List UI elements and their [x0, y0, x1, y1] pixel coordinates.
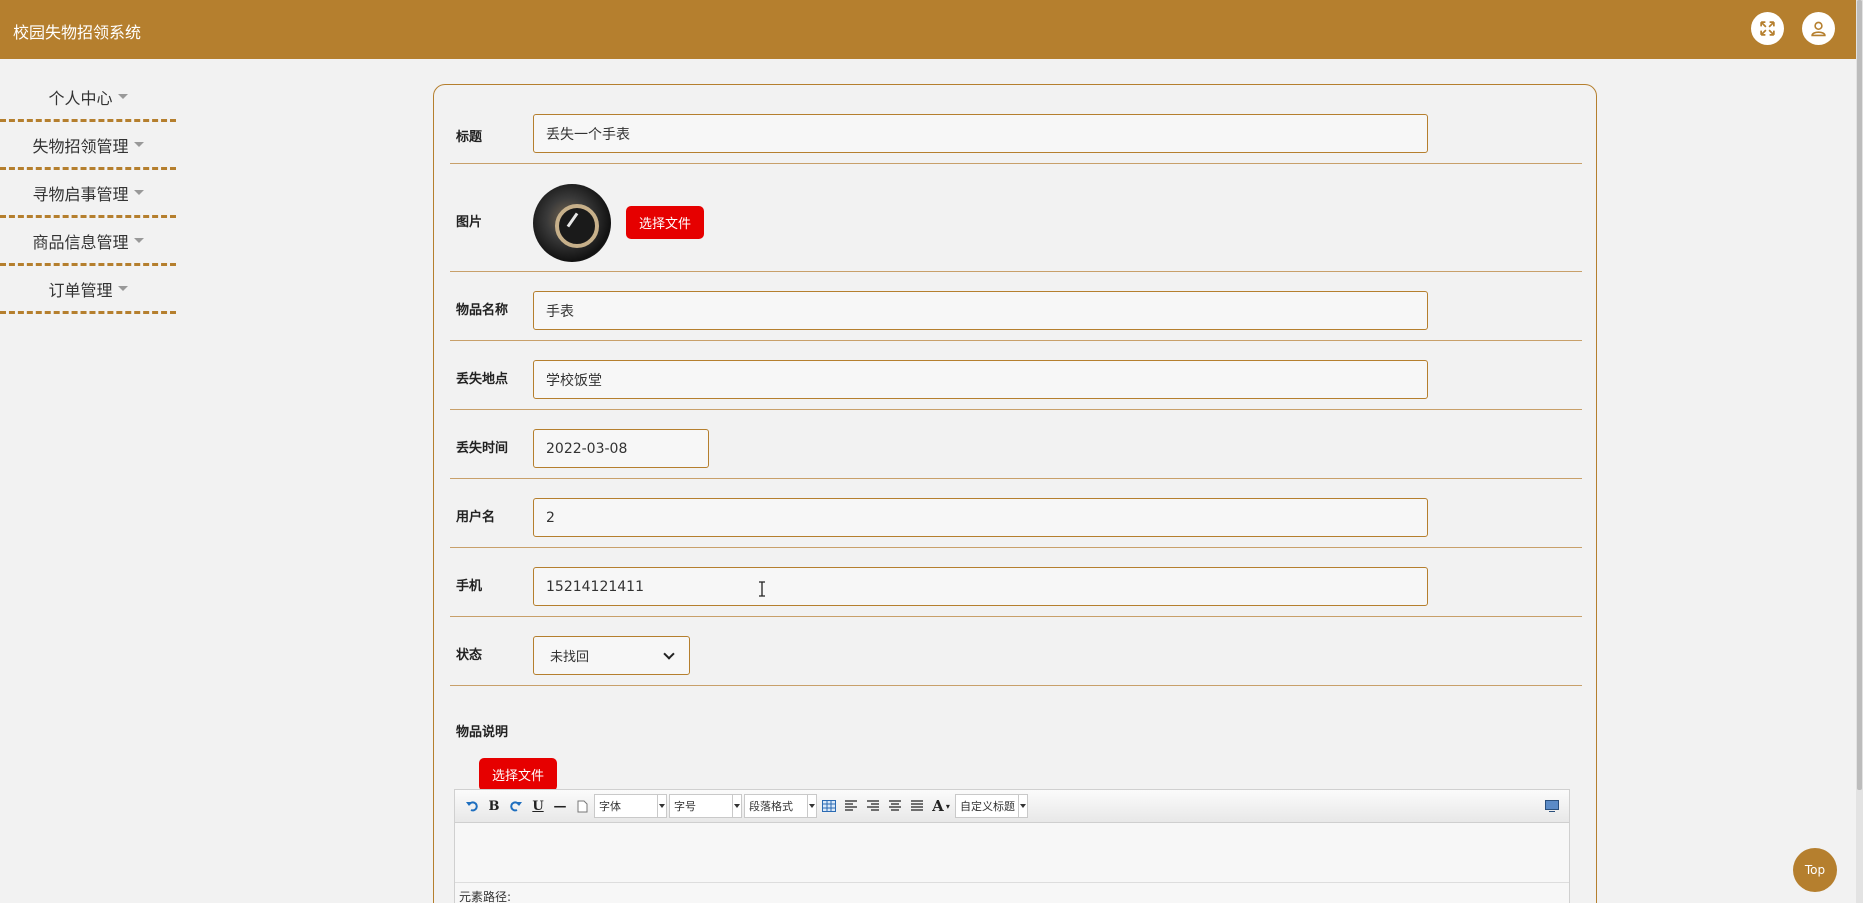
- caret-down-icon: [133, 238, 144, 243]
- scrollbar-thumb[interactable]: [1857, 0, 1862, 790]
- back-to-top-button[interactable]: Top: [1793, 848, 1837, 892]
- username-label: 用户名: [456, 510, 496, 525]
- undo-icon[interactable]: [461, 795, 483, 817]
- lost-time-label: 丢失时间: [456, 441, 509, 456]
- sidebar-item-label: 个人中心: [48, 88, 113, 108]
- lost-time-input[interactable]: 2022-03-08: [533, 429, 709, 468]
- sidebar-item-lost-notice[interactable]: 寻物启事管理: [0, 170, 176, 218]
- sidebar-item-label: 商品信息管理: [32, 232, 129, 252]
- phone-label: 手机: [456, 579, 483, 594]
- redo-icon[interactable]: [505, 795, 527, 817]
- item-name-label: 物品名称: [456, 303, 509, 318]
- title-label: 标题: [456, 130, 483, 145]
- dropdown-arrow-icon: [1018, 795, 1027, 817]
- watch-image: [533, 184, 611, 262]
- page-icon[interactable]: [571, 795, 593, 817]
- table-icon[interactable]: [818, 795, 840, 817]
- description-label: 物品说明: [456, 725, 509, 740]
- dropdown-arrow-icon: [807, 795, 816, 817]
- form-row-lost-time: 丢失时间 2022-03-08: [450, 410, 1582, 479]
- align-left-icon[interactable]: [840, 795, 862, 817]
- dropdown-arrow-icon: [732, 795, 741, 817]
- font-family-select[interactable]: 字体: [594, 794, 667, 818]
- custom-title-select[interactable]: 自定义标题: [955, 794, 1028, 818]
- paragraph-format-select[interactable]: 段落格式: [744, 794, 817, 818]
- sidebar-item-label: 订单管理: [48, 280, 113, 300]
- bold-icon[interactable]: B: [483, 795, 505, 817]
- choose-file-button[interactable]: 选择文件: [479, 758, 557, 791]
- sidebar-item-orders[interactable]: 订单管理: [0, 266, 176, 314]
- status-label: 状态: [456, 648, 483, 663]
- preview-icon[interactable]: [1541, 795, 1563, 817]
- form-row-status: 状态 未找回: [450, 617, 1582, 686]
- caret-down-icon: [117, 94, 128, 99]
- underline-icon[interactable]: U: [527, 795, 549, 817]
- sidebar-item-personal-center[interactable]: 个人中心: [0, 74, 176, 122]
- lost-place-input[interactable]: 学校饭堂: [533, 360, 1428, 399]
- status-select[interactable]: 未找回: [533, 636, 690, 675]
- align-justify-icon[interactable]: [906, 795, 928, 817]
- caret-down-icon: [117, 286, 128, 291]
- align-right-icon[interactable]: [862, 795, 884, 817]
- caret-down-icon: [133, 142, 144, 147]
- top-bar: 校园失物招领系统: [0, 0, 1856, 59]
- app-title: 校园失物招领系统: [13, 23, 142, 42]
- form-row-image: 图片 选择文件: [450, 164, 1582, 272]
- fullscreen-icon[interactable]: [1751, 12, 1784, 45]
- username-input[interactable]: 2: [533, 498, 1428, 537]
- form-row-username: 用户名 2: [450, 479, 1582, 548]
- sidebar-item-label: 失物招领管理: [32, 136, 129, 156]
- image-label: 图片: [456, 215, 483, 230]
- rich-text-editor: B U — 字体 字号 段落格式 A ▾ 自定义标题 元素路径:: [454, 789, 1570, 903]
- editor-toolbar: B U — 字体 字号 段落格式 A ▾ 自定义标题: [455, 790, 1569, 823]
- chevron-down-icon: [663, 647, 675, 660]
- form-row-lost-place: 丢失地点 学校饭堂: [450, 341, 1582, 410]
- item-name-input[interactable]: 手表: [533, 291, 1428, 330]
- sidebar: 个人中心 失物招领管理 寻物启事管理 商品信息管理 订单管理: [0, 74, 176, 314]
- form-row-item-name: 物品名称 手表: [450, 272, 1582, 341]
- lost-place-label: 丢失地点: [456, 372, 509, 387]
- title-input[interactable]: 丢失一个手表: [533, 114, 1428, 153]
- align-center-icon[interactable]: [884, 795, 906, 817]
- element-path-label: 元素路径:: [459, 890, 512, 903]
- text-cursor-icon: [759, 581, 765, 597]
- dropdown-arrow-icon: [657, 795, 666, 817]
- status-value: 未找回: [550, 650, 590, 665]
- phone-input[interactable]: 15214121411: [533, 567, 1428, 606]
- user-icon[interactable]: [1802, 12, 1835, 45]
- sidebar-item-label: 寻物启事管理: [32, 184, 129, 204]
- edit-form: 标题 丢失一个手表 图片 选择文件 物品名称 手表 丢失地点 学校饭堂 丢失时间…: [433, 84, 1597, 903]
- sidebar-item-goods[interactable]: 商品信息管理: [0, 218, 176, 266]
- font-size-select[interactable]: 字号: [669, 794, 742, 818]
- editor-content-area[interactable]: [455, 823, 1569, 883]
- vertical-scrollbar[interactable]: [1856, 0, 1863, 903]
- form-row-phone: 手机 15214121411: [450, 548, 1582, 617]
- sidebar-item-lost-found[interactable]: 失物招领管理: [0, 122, 176, 170]
- caret-down-icon: [133, 190, 144, 195]
- horizontal-rule-icon[interactable]: —: [549, 795, 571, 817]
- choose-image-button[interactable]: 选择文件: [626, 206, 704, 239]
- font-color-icon[interactable]: A ▾: [928, 795, 954, 817]
- form-row-title: 标题 丢失一个手表: [450, 85, 1582, 164]
